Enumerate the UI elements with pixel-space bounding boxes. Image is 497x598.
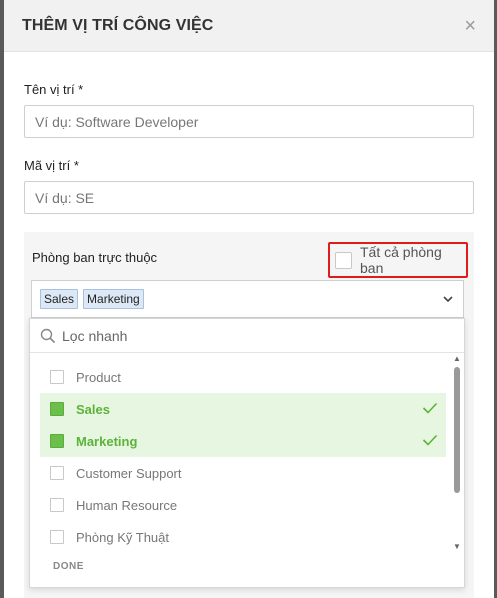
option-checkbox[interactable]: [50, 530, 64, 544]
search-icon: [40, 328, 56, 343]
dropdown-options: Product Sales Marketing Customer Support…: [40, 361, 446, 553]
position-name-input[interactable]: [24, 105, 474, 138]
option-label: Phòng Kỹ Thuật: [76, 529, 169, 545]
option-label: Product: [76, 369, 121, 385]
option-label: Marketing: [76, 433, 138, 449]
position-code-label: Mã vị trí *: [24, 158, 79, 173]
quick-filter-input[interactable]: [62, 327, 442, 344]
option-phong-ky-thuat[interactable]: Phòng Kỹ Thuật: [40, 521, 446, 553]
option-product[interactable]: Product: [40, 361, 446, 393]
modal-header: THÊM VỊ TRÍ CÔNG VIỆC ×: [4, 0, 494, 52]
option-human-resource[interactable]: Human Resource: [40, 489, 446, 521]
checkmark-icon: [422, 402, 438, 414]
option-checkbox[interactable]: [50, 434, 64, 448]
position-name-label: Tên vị trí *: [24, 82, 84, 97]
option-checkbox[interactable]: [50, 466, 64, 480]
scroll-up-arrow-icon[interactable]: ▲: [453, 355, 461, 363]
option-label: Customer Support: [76, 465, 182, 481]
department-select[interactable]: Sales Marketing: [31, 280, 464, 318]
department-label: Phòng ban trực thuộc: [32, 250, 158, 265]
modal-body: Tên vị trí * Mã vị trí *: [4, 82, 494, 214]
option-sales[interactable]: Sales: [40, 393, 446, 425]
chevron-down-icon[interactable]: [443, 292, 453, 306]
option-checkbox[interactable]: [50, 498, 64, 512]
dropdown-search-row: [30, 319, 464, 353]
department-dropdown: Product Sales Marketing Customer Support…: [29, 318, 465, 588]
checkbox-icon[interactable]: [335, 251, 352, 269]
modal-title: THÊM VỊ TRÍ CÔNG VIỆC: [22, 16, 214, 34]
selected-tag-marketing: Marketing: [83, 289, 144, 309]
all-departments-label: Tất cả phòng ban: [360, 244, 442, 276]
scroll-thumb[interactable]: [454, 367, 460, 493]
option-marketing[interactable]: Marketing: [40, 425, 446, 457]
option-customer-support[interactable]: Customer Support: [40, 457, 446, 489]
position-code-input[interactable]: [24, 181, 474, 214]
done-button[interactable]: DONE: [53, 561, 84, 572]
option-label: Sales: [76, 401, 110, 417]
option-checkbox[interactable]: [50, 370, 64, 384]
option-label: Human Resource: [76, 497, 178, 513]
dropdown-scrollbar[interactable]: ▲ ▼: [453, 355, 461, 551]
all-departments-checkbox[interactable]: Tất cả phòng ban: [328, 242, 468, 278]
close-icon[interactable]: ×: [464, 16, 476, 36]
checkmark-icon: [422, 434, 438, 446]
selected-tag-sales: Sales: [40, 289, 79, 309]
option-checkbox[interactable]: [50, 402, 64, 416]
scroll-down-arrow-icon[interactable]: ▼: [453, 543, 461, 551]
